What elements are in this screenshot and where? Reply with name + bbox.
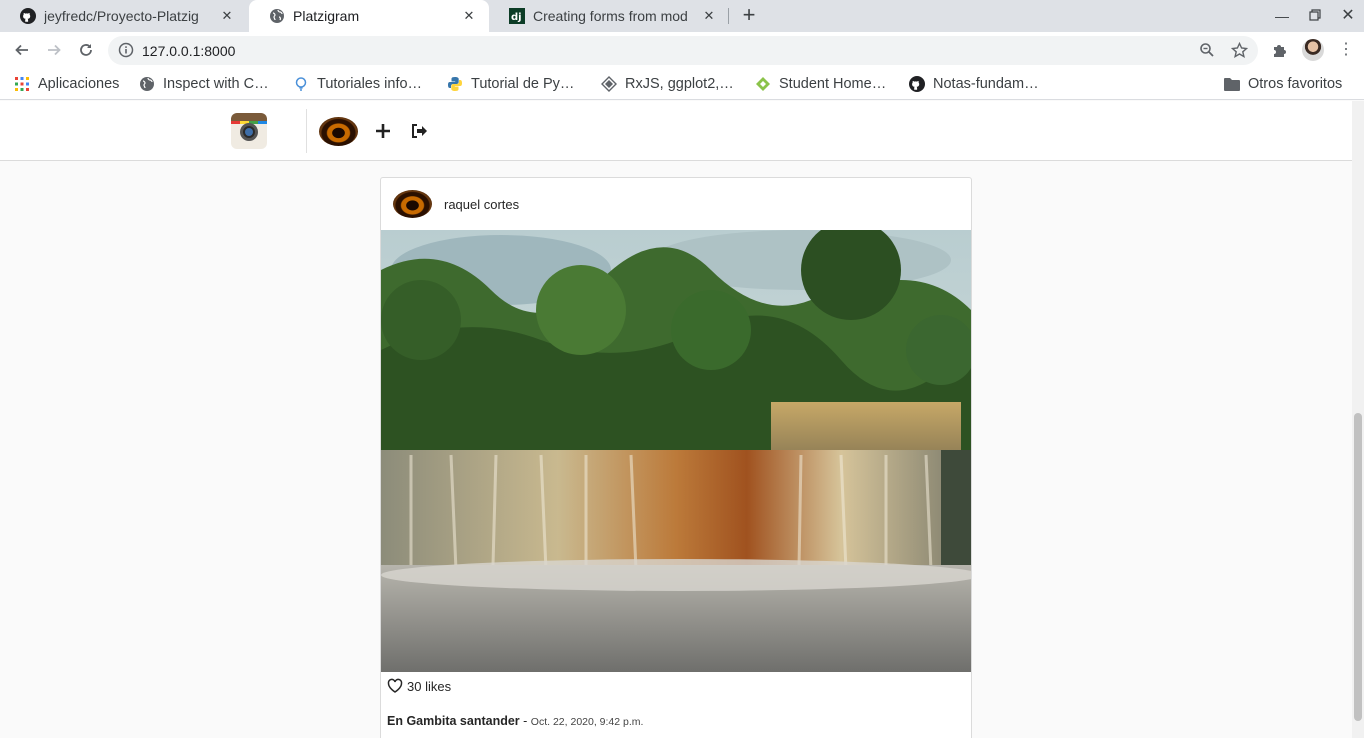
post-header: raquel cortes — [381, 178, 971, 230]
tab-django-docs[interactable]: dj Creating forms from mod ✕ — [489, 0, 729, 32]
bookmark-label: Inspect with C… — [163, 76, 269, 92]
menu-kebab-icon[interactable]: ⋮ — [1338, 42, 1354, 58]
bookmarks-bar: Aplicaciones Inspect with C… Tutoriales … — [0, 68, 1364, 100]
bookmark-item[interactable]: RxJS, ggplot2,… — [601, 68, 734, 100]
caption-title: En Gambita santander — [387, 714, 520, 728]
close-window-icon[interactable]: ✕ — [1338, 6, 1358, 26]
bookmark-label: Notas-fundam… — [933, 76, 1039, 92]
bookmark-label: Aplicaciones — [38, 76, 120, 92]
bookmark-item[interactable]: Notas-fundam… — [909, 68, 1039, 100]
bookmark-label: Otros favoritos — [1248, 76, 1343, 92]
forward-arrow-icon[interactable] — [44, 40, 64, 60]
profile-avatar[interactable] — [1302, 39, 1324, 61]
student-icon — [755, 76, 771, 92]
globe-icon — [269, 8, 285, 24]
github-icon — [20, 8, 36, 24]
tab-title: jeyfredc/Proyecto-Platzig — [44, 8, 199, 24]
bulb-icon — [293, 76, 309, 92]
page-content: raquel cortes 30 likes En Gambita santan… — [0, 101, 1352, 738]
bookmark-star-icon[interactable] — [1230, 41, 1249, 59]
post-author[interactable]: raquel cortes — [444, 197, 519, 212]
apps-grid-icon — [14, 76, 30, 92]
address-bar[interactable] — [108, 36, 1258, 65]
bookmark-item[interactable]: Inspect with C… — [139, 68, 269, 100]
author-avatar[interactable] — [393, 190, 432, 218]
bookmark-label: Student Home… — [779, 76, 887, 92]
minimize-icon[interactable]: — — [1272, 6, 1292, 26]
likes-count: 30 likes — [407, 678, 452, 694]
close-icon[interactable]: ✕ — [219, 8, 235, 24]
close-icon[interactable]: ✕ — [701, 8, 717, 24]
back-arrow-icon[interactable] — [12, 40, 32, 60]
tab-title: Platzigram — [293, 8, 360, 24]
tab-platzigram[interactable]: Platzigram ✕ — [249, 0, 489, 32]
navbar-divider — [306, 109, 307, 153]
django-icon: dj — [509, 8, 525, 24]
folder-icon — [1224, 76, 1240, 92]
extensions-puzzle-icon[interactable] — [1271, 42, 1288, 59]
tab-strip: jeyfredc/Proyecto-Platzig ✕ Platzigram ✕… — [0, 0, 1364, 32]
globe-icon — [139, 76, 155, 92]
heart-icon[interactable] — [387, 678, 403, 694]
tab-title: Creating forms from mod — [533, 8, 688, 24]
svg-text:dj: dj — [511, 12, 522, 23]
info-icon[interactable] — [118, 42, 134, 58]
bookmark-label: RxJS, ggplot2,… — [625, 76, 734, 92]
plus-icon[interactable] — [374, 122, 392, 140]
new-tab-button[interactable]: + — [738, 4, 760, 27]
caption-separator: - — [519, 714, 531, 728]
bookmark-label: Tutoriales info… — [317, 76, 423, 92]
url-text: 127.0.0.1:8000 — [142, 43, 236, 59]
post-photo — [381, 230, 971, 672]
bookmark-item[interactable]: Student Home… — [755, 68, 886, 100]
bookmark-item[interactable]: Tutoriales info… — [293, 68, 422, 100]
bookmark-item[interactable]: Tutorial de Py… — [447, 68, 574, 100]
github-icon — [909, 76, 925, 92]
other-bookmarks-folder[interactable]: Otros favoritos — [1224, 68, 1342, 100]
post-caption: En Gambita santander - Oct. 22, 2020, 9:… — [387, 714, 643, 728]
tab-github[interactable]: jeyfredc/Proyecto-Platzig ✕ — [0, 0, 247, 32]
close-icon[interactable]: ✕ — [461, 8, 477, 24]
likes-row: 30 likes — [387, 678, 451, 694]
page-scrollbar[interactable] — [1352, 101, 1364, 738]
restore-icon[interactable] — [1305, 6, 1325, 26]
bookmark-label: Tutorial de Py… — [471, 76, 575, 92]
zoom-icon[interactable] — [1199, 42, 1215, 58]
user-avatar[interactable] — [319, 117, 358, 146]
logout-icon[interactable] — [410, 122, 428, 140]
bookmark-item[interactable]: Aplicaciones — [14, 68, 119, 100]
tab-divider — [728, 8, 729, 24]
scrollbar-thumb[interactable] — [1354, 413, 1362, 721]
site-navbar — [0, 101, 1352, 161]
python-icon — [447, 76, 463, 92]
post-card: raquel cortes 30 likes En Gambita santan… — [380, 177, 972, 738]
reload-icon[interactable] — [76, 40, 96, 60]
diamond-icon — [601, 76, 617, 92]
instagram-logo-icon[interactable] — [231, 113, 267, 149]
post-date: Oct. 22, 2020, 9:42 p.m. — [530, 716, 644, 728]
